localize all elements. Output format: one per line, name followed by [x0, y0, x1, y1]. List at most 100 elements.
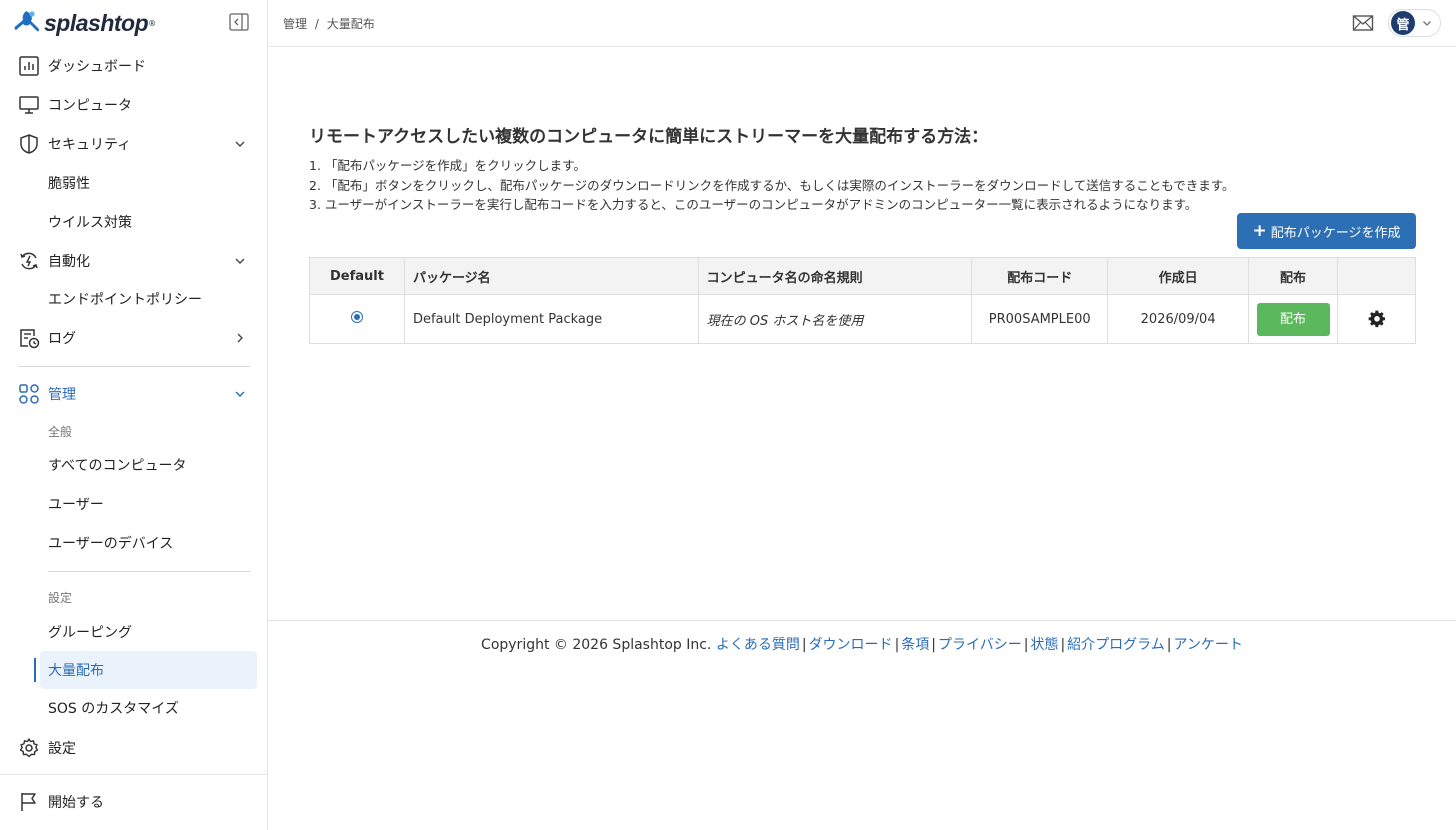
footer-separator: | — [1060, 637, 1066, 653]
deploy-code-cell: PR00SAMPLE00 — [971, 294, 1109, 344]
footer-link-terms[interactable]: 条項 — [901, 637, 929, 653]
column-header-deploy: 配布 — [1248, 257, 1339, 295]
instruction-step-3: 3. ユーザーがインストーラーを実行し配布コードを入力すると、このユーザーのコン… — [309, 197, 1198, 212]
sidebar-item-management[interactable]: 管理 — [0, 376, 268, 412]
sidebar-divider — [48, 571, 250, 572]
footer-divider — [268, 620, 1456, 621]
management-grid-icon — [19, 384, 39, 404]
gear-icon[interactable] — [1368, 310, 1386, 328]
breadcrumb: 管理 / 大量配布 — [283, 15, 379, 32]
sidebar-item-label: すべてのコンピュータ — [48, 458, 187, 474]
created-date-cell: 2026/09/04 — [1107, 294, 1250, 344]
sidebar-item-label: 大量配布 — [48, 663, 104, 679]
footer-separator: | — [894, 637, 900, 653]
copyright-text: Copyright © 2026 Splashtop Inc. — [481, 637, 712, 653]
user-menu[interactable]: 管 — [1388, 9, 1441, 37]
sidebar-item-mass-deployment[interactable]: 大量配布 — [40, 651, 257, 689]
sidebar-item-label: ログ — [48, 331, 76, 347]
brand-name: splashtop — [44, 9, 149, 36]
sidebar-item-label: SOS のカスタマイズ — [48, 701, 179, 717]
dashboard-icon — [19, 56, 39, 76]
section-label-settings: 設定 — [48, 591, 73, 605]
footer-link-survey[interactable]: アンケート — [1173, 637, 1242, 653]
breadcrumb-parent[interactable]: 管理 — [283, 17, 307, 31]
footer-separator: | — [801, 637, 807, 653]
plus-icon: + — [1252, 221, 1267, 241]
sidebar-item-dashboard[interactable]: ダッシュボード — [0, 48, 268, 84]
sidebar-item-label: グルーピング — [48, 625, 132, 641]
deploy-button[interactable]: 配布 — [1256, 302, 1330, 336]
column-header-deploy-code: 配布コード — [971, 257, 1109, 295]
sidebar-divider — [18, 366, 250, 367]
sidebar-item-label: 脆弱性 — [48, 176, 90, 192]
chevron-down-icon — [1423, 21, 1431, 26]
sidebar-item-label: セキュリティ — [48, 137, 132, 153]
sidebar-item-users[interactable]: ユーザー — [0, 486, 268, 522]
brand-registered-mark: ® — [148, 18, 157, 28]
sidebar-item-label: 開始する — [48, 795, 104, 811]
brand-logo[interactable]: splashtop ® — [12, 8, 156, 38]
section-label-general: 全般 — [48, 425, 73, 439]
settings-cell — [1337, 294, 1416, 344]
sidebar-item-label: ユーザーのデバイス — [48, 536, 174, 552]
sidebar-item-vulnerability[interactable]: 脆弱性 — [0, 165, 268, 201]
sidebar-item-label: ユーザー — [48, 497, 104, 513]
sidebar-item-endpoint-policy[interactable]: エンドポイントポリシー — [0, 281, 268, 317]
sidebar-item-label: エンドポイントポリシー — [48, 292, 202, 308]
monitor-icon — [19, 96, 39, 114]
sidebar-item-settings[interactable]: 設定 — [0, 730, 268, 766]
shield-icon — [20, 134, 38, 154]
column-header-created-date: 作成日 — [1107, 257, 1250, 295]
automation-icon — [20, 252, 38, 270]
chevron-down-icon — [235, 391, 245, 397]
mail-icon[interactable] — [1352, 13, 1374, 33]
sidebar-item-all-computers[interactable]: すべてのコンピュータ — [0, 447, 268, 483]
sidebar-item-logs[interactable]: ログ — [0, 320, 268, 356]
footer-link-status[interactable]: 状態 — [1030, 637, 1058, 653]
sidebar-item-user-devices[interactable]: ユーザーのデバイス — [0, 525, 268, 561]
instruction-step-2: 2. 「配布」ボタンをクリックし、配布パッケージのダウンロードリンクを作成するか… — [309, 178, 1235, 193]
default-radio[interactable] — [350, 311, 363, 323]
create-package-button[interactable]: + 配布パッケージを作成 — [1237, 213, 1416, 249]
column-header-naming-rule: コンピュータ名の命名規則 — [697, 257, 973, 295]
chevron-down-icon — [235, 258, 245, 264]
footer-separator: | — [1023, 637, 1029, 653]
sidebar-item-computers[interactable]: コンピュータ — [0, 87, 268, 123]
footer-link-referral[interactable]: 紹介プログラム — [1067, 637, 1165, 653]
column-header-default: Default — [309, 257, 405, 295]
sidebar-collapse-icon[interactable] — [229, 13, 249, 31]
sidebar-item-sos-customize[interactable]: SOS のカスタマイズ — [0, 690, 268, 726]
sidebar-item-antivirus[interactable]: ウイルス対策 — [0, 204, 268, 240]
flag-icon — [21, 793, 36, 811]
create-package-label: 配布パッケージを作成 — [1270, 225, 1401, 241]
sidebar-item-label: ダッシュボード — [48, 59, 146, 75]
sidebar-item-label: 自動化 — [48, 254, 90, 270]
sidebar-item-get-started[interactable]: 開始する — [0, 784, 268, 820]
sidebar: splashtop ® ダッシュボード コンピュータ セキュリティ 脆弱性 ウイ… — [0, 0, 268, 830]
footer-link-download[interactable]: ダウンロード — [809, 637, 893, 653]
table-header-row: Default パッケージ名 コンピュータ名の命名規則 配布コード 作成日 配布 — [309, 257, 1416, 295]
footer-separator: | — [1166, 637, 1172, 653]
selected-indicator — [34, 658, 36, 682]
page-title: リモートアクセスしたい複数のコンピュータに簡単にストリーマーを大量配布する方法： — [309, 127, 989, 147]
sidebar-item-label: 管理 — [48, 387, 76, 403]
table-row: Default Deployment Package 現在の OS ホスト名を使… — [309, 294, 1416, 344]
package-name-cell: Default Deployment Package — [403, 294, 699, 344]
footer-link-privacy[interactable]: プライバシー — [938, 637, 1022, 653]
sidebar-item-grouping[interactable]: グルーピング — [0, 614, 268, 650]
deploy-cell: 配布 — [1248, 294, 1339, 344]
sidebar-item-label: 設定 — [48, 741, 76, 757]
column-header-package-name: パッケージ名 — [403, 257, 699, 295]
sidebar-item-security[interactable]: セキュリティ — [0, 126, 268, 162]
sidebar-item-automation[interactable]: 自動化 — [0, 243, 268, 279]
naming-rule-cell: 現在の OS ホスト名を使用 — [697, 294, 973, 344]
chevron-down-icon — [235, 141, 245, 147]
sidebar-bottom-divider — [0, 774, 268, 775]
footer-link-faq[interactable]: よくある質問 — [716, 637, 800, 653]
breadcrumb-separator: / — [314, 17, 319, 31]
footer: Copyright © 2026 Splashtop Inc. よくある質問 | ダ… — [268, 634, 1456, 654]
chevron-right-icon — [237, 333, 243, 343]
column-header-settings — [1337, 257, 1416, 295]
default-cell — [309, 294, 405, 344]
splashtop-logo-icon — [14, 11, 40, 32]
